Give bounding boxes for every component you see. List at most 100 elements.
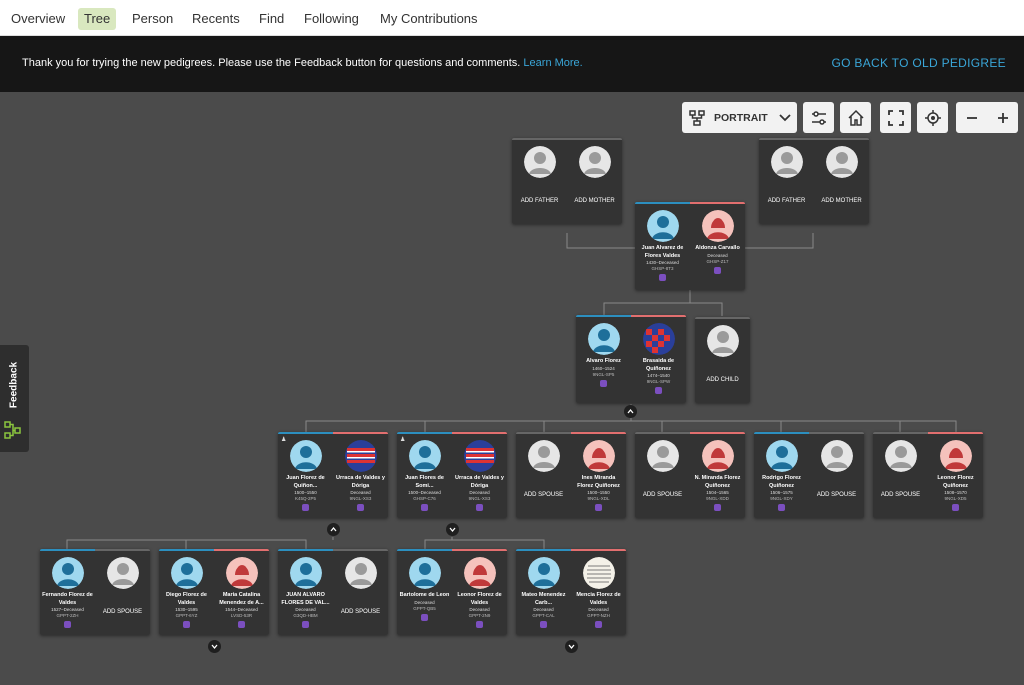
minus-icon[interactable] [963, 109, 981, 127]
tab-my-contributions[interactable]: My Contributions [376, 8, 482, 30]
add-spouse-label: ADD SPOUSE [102, 609, 143, 615]
record-badge-icon [659, 274, 666, 281]
settings-button[interactable] [803, 102, 834, 133]
person-card-n-miranda[interactable]: N. Miranda Florez Quiñonez 1504–1565 9NG… [690, 432, 745, 518]
tree-canvas[interactable]: PORTRAIT Feedback ADD FATHER ADD MOTHER [0, 92, 1024, 685]
layout-label: PORTRAIT [714, 111, 768, 124]
person-name: Ines Miranda Florez Quiñonez [577, 475, 620, 489]
person-card-bartolome[interactable]: Bartolome de Leon Deceased GPPT-QB5 [397, 549, 452, 635]
tree-logo-icon [4, 421, 21, 439]
person-name: Mateo Menendez Carb... [521, 592, 566, 606]
male-avatar-icon [51, 557, 84, 589]
add-spouse-slot[interactable]: ADD SPOUSE [873, 432, 928, 518]
tab-tree[interactable]: Tree [78, 8, 117, 30]
female-avatar-icon [701, 440, 734, 472]
couple-card: ADD SPOUSE Ines Miranda Florez Quiñonez … [516, 432, 626, 518]
female-avatar-icon [463, 557, 496, 589]
person-id: GPPT-2ZH [56, 613, 79, 618]
person-card-urraca[interactable]: Urraca de Valdes y Dóriga Deceased 9NGL-… [333, 432, 388, 518]
record-badge-icon [238, 621, 245, 628]
male-avatar-icon [289, 440, 322, 472]
person-name: Fernando Florez de Valdes [42, 592, 93, 606]
male-avatar-icon [289, 557, 322, 589]
person-card-aldonza[interactable]: Aldonza Carvallo Deceased GHSP-Z17 [690, 202, 745, 290]
expand-down-button[interactable] [446, 523, 459, 536]
person-card-juan-florez-quinones[interactable]: Juan Florez de Quiñon... 1500–1550 K45Q-… [278, 432, 333, 518]
person-card-fernando[interactable]: Fernando Florez de Valdes 1527–Deceased … [40, 549, 95, 635]
person-card-leonor-florez-valdes[interactable]: Leonor Florez de Valdes Deceased GPPT-2N… [452, 549, 507, 635]
person-name: Urraca de Valdes y Dóriga [455, 475, 504, 489]
male-avatar-icon [408, 557, 441, 589]
expand-up-button[interactable] [624, 405, 637, 418]
avatar-placeholder-icon [344, 557, 377, 589]
multiple-spouses-icon: ♟ [400, 437, 406, 443]
person-card-alvaro[interactable]: Alvaro Florez 1460–1524 9NGL-SP5 [576, 315, 631, 403]
learn-more-link[interactable]: Learn More. [523, 57, 582, 69]
avatar-placeholder-icon [646, 440, 679, 472]
person-card-mencia[interactable]: Mencia Florez de Valdes Deceased GPPT-NZ… [571, 549, 626, 635]
add-spouse-label: ADD SPOUSE [523, 492, 564, 498]
person-name: Diego Florez de Valdes [166, 592, 207, 606]
expand-down-button[interactable] [208, 640, 221, 653]
person-card-brasaida[interactable]: Brasaida de Quiñonez 1474–1540 9NGL-SPW [631, 315, 686, 403]
record-badge-icon [540, 621, 547, 628]
person-id: LVSD-53R [230, 613, 253, 618]
home-icon [847, 109, 864, 126]
tab-recents[interactable]: Recents [188, 8, 244, 30]
person-card-diego[interactable]: Diego Florez de Valdes 1530–1595 GPPT-6Y… [159, 549, 214, 635]
tab-following[interactable]: Following [300, 8, 363, 30]
tab-person[interactable]: Person [128, 8, 177, 30]
couple-card: Juan Alvarez de Flores Valdes 1430–Decea… [635, 202, 745, 290]
person-card-juan-alvaro[interactable]: JUAN ALVARO FLORES DE VAL... Deceased G3… [278, 549, 333, 635]
add-spouse-slot[interactable]: ADD SPOUSE [635, 432, 690, 518]
recenter-button[interactable] [917, 102, 948, 133]
add-father-label: ADD FATHER [520, 198, 559, 204]
fullscreen-button[interactable] [880, 102, 911, 133]
person-card-urraca[interactable]: Urraca de Valdes y Dóriga Deceased 9NGL-… [452, 432, 507, 518]
add-spouse-slot[interactable]: ADD SPOUSE [809, 432, 864, 518]
expand-down-button[interactable] [565, 640, 578, 653]
record-badge-icon [183, 621, 190, 628]
record-badge-icon [595, 504, 602, 511]
record-badge-icon [302, 504, 309, 511]
add-spouse-slot[interactable]: ADD SPOUSE [95, 549, 150, 635]
tab-find[interactable]: Find [255, 8, 288, 30]
add-father-slot[interactable]: ADD FATHER [512, 138, 567, 224]
home-button[interactable] [840, 102, 871, 133]
layout-dropdown[interactable]: PORTRAIT [682, 102, 797, 133]
add-mother-slot[interactable]: ADD MOTHER [814, 138, 869, 224]
add-spouse-slot[interactable]: ADD SPOUSE [516, 432, 571, 518]
go-back-old-pedigree-link[interactable]: GO BACK TO OLD PEDIGREE [831, 56, 1006, 70]
record-badge-icon [595, 621, 602, 628]
record-badge-icon [714, 266, 721, 274]
add-mother-slot[interactable]: ADD MOTHER [567, 138, 622, 224]
add-spouse-slot[interactable]: ADD SPOUSE [333, 549, 388, 635]
plus-icon[interactable] [994, 109, 1012, 127]
person-id: GPPT-QB5 [413, 605, 436, 611]
person-card-ines-miranda[interactable]: Ines Miranda Florez Quiñonez 1500–1550 9… [571, 432, 626, 518]
person-card-maria-catalina[interactable]: Maria Catalina Menendez de A... 1544–Dec… [214, 549, 269, 635]
add-mother-label: ADD MOTHER [821, 198, 862, 204]
person-id: 9NGL-XS3 [349, 496, 372, 501]
person-card-juan-alvarez[interactable]: Juan Alvarez de Flores Valdes 1430–Decea… [635, 202, 690, 290]
add-child-slot[interactable]: ADD CHILD [695, 317, 750, 403]
person-id: 9NGL-SP5 [592, 371, 615, 377]
person-card-rodrigo[interactable]: Rodrigo Florez Quiñonez 1506–1575 9NGL-X… [754, 432, 809, 518]
person-card-juan-flores-somi[interactable]: Juan Flores de Somi... 1500–Deceased GHS… [397, 432, 452, 518]
couple-card: Fernando Florez de Valdes 1527–Deceased … [40, 549, 150, 635]
person-card-mateo[interactable]: Mateo Menendez Carb... Deceased GPPT-CAL [516, 549, 571, 635]
tab-overview[interactable]: Overview [7, 8, 69, 30]
add-child-card[interactable]: ADD CHILD [695, 317, 750, 403]
person-id: 9NGL-SPW [646, 379, 671, 384]
expand-up-button[interactable] [327, 523, 340, 536]
chevron-down-icon [779, 113, 791, 121]
record-badge-icon [64, 621, 71, 628]
record-badge-icon [421, 613, 428, 621]
add-father-slot[interactable]: ADD FATHER [759, 138, 814, 224]
person-id: GHSP-Z17 [706, 258, 729, 264]
person-id: GHSP-C76 [413, 496, 436, 501]
pedigree-banner: Thank you for trying the new pedigrees. … [0, 36, 1024, 92]
feedback-button[interactable]: Feedback [0, 345, 29, 452]
person-card-leonor[interactable]: Leonor Florez Quiñonez 1508–1570 9NGL-XD… [928, 432, 983, 518]
person-id: GPPT-2N9 [468, 613, 491, 618]
